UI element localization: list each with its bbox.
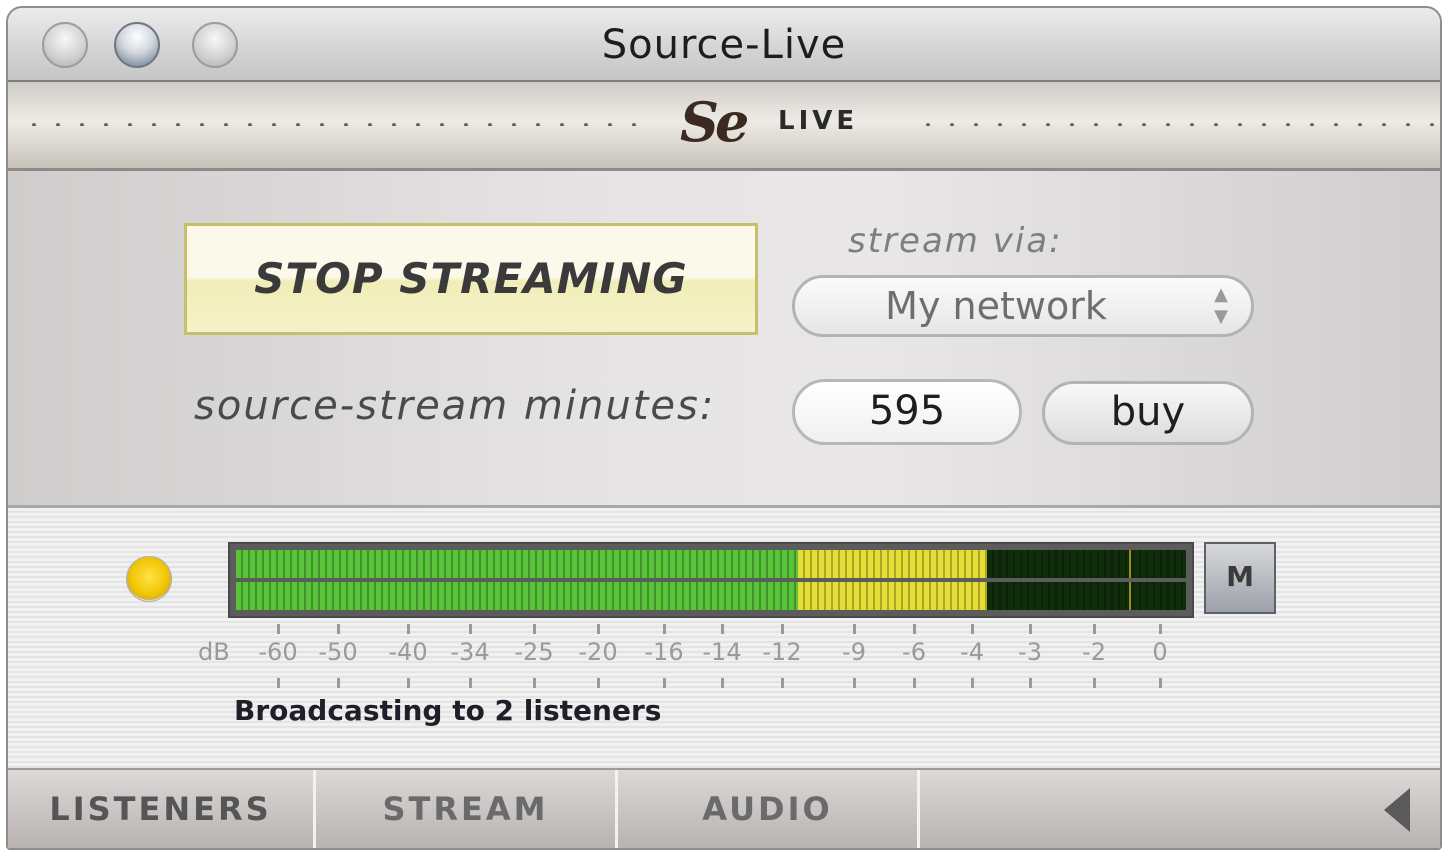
buy-button[interactable]: buy <box>1042 381 1254 445</box>
meter-segment-off <box>987 550 1186 578</box>
scale-tick <box>853 624 856 634</box>
meter-segment-green <box>236 550 798 578</box>
scale-tick-label: -60 <box>258 638 298 666</box>
mute-button[interactable]: M <box>1204 542 1276 614</box>
level-meter-right-channel <box>236 582 1186 610</box>
scale-tick <box>469 678 472 688</box>
stream-via-value: My network <box>885 284 1107 328</box>
scale-tick <box>971 624 974 634</box>
scale-tick-label: -50 <box>318 638 358 666</box>
scale-tick-label: -25 <box>514 638 554 666</box>
scale-tick <box>1093 624 1096 634</box>
meter-segment-yellow <box>798 550 987 578</box>
level-meter-left-channel <box>236 550 1186 578</box>
scale-tick-label: -14 <box>702 638 742 666</box>
source-stream-minutes-field: 595 <box>792 379 1022 445</box>
tab-bar: LISTENERS STREAM AUDIO <box>8 768 1440 848</box>
scale-tick-label: -9 <box>842 638 866 666</box>
status-led-icon <box>126 556 172 602</box>
broadcast-status-text: Broadcasting to 2 listeners <box>234 694 662 727</box>
scale-tick-label: -16 <box>644 638 684 666</box>
streaming-controls-panel: STOP STREAMING stream via: My network ▲ ▼… <box>8 171 1440 508</box>
scale-tick <box>407 624 410 634</box>
scale-tick-label: -34 <box>450 638 490 666</box>
scale-tick-label: 0 <box>1152 638 1168 666</box>
peak-indicator <box>1129 582 1131 610</box>
scale-tick <box>533 678 536 688</box>
updown-arrows-icon: ▲ ▼ <box>1214 284 1228 327</box>
scale-tick <box>721 678 724 688</box>
scale-tick <box>337 678 340 688</box>
db-unit-label: dB <box>198 638 230 666</box>
scale-tick-label: -3 <box>1018 638 1042 666</box>
scale-tick <box>663 678 666 688</box>
scale-tick <box>407 678 410 688</box>
scale-tick <box>597 624 600 634</box>
meter-segment-off <box>987 582 1186 610</box>
scale-tick <box>971 678 974 688</box>
scale-tick <box>853 678 856 688</box>
scale-tick <box>277 624 280 634</box>
tab-listeners[interactable]: LISTENERS <box>8 770 316 848</box>
scale-tick <box>277 678 280 688</box>
triangle-left-icon[interactable] <box>1384 788 1410 832</box>
source-live-window: Source-Live Se LIVE STOP STREAMING strea… <box>6 6 1442 850</box>
level-meter <box>228 542 1194 618</box>
scale-tick <box>337 624 340 634</box>
scale-tick <box>469 624 472 634</box>
tab-audio[interactable]: AUDIO <box>618 770 920 848</box>
level-meter-panel: M dB -60 -50 -40 -34 -25 -20 -16 -14 -12 -9 -6 -4 -3… <box>8 508 1440 768</box>
stream-via-select[interactable]: My network ▲ ▼ <box>792 275 1254 337</box>
stream-via-label: stream via: <box>848 221 1063 261</box>
scale-tick <box>597 678 600 688</box>
peak-indicator <box>1129 550 1131 578</box>
source-stream-minutes-label: source-stream minutes: <box>194 383 716 429</box>
scale-tick <box>781 678 784 688</box>
scale-tick <box>1159 678 1162 688</box>
scale-tick-label: -6 <box>902 638 926 666</box>
scale-tick <box>663 624 666 634</box>
scale-tick <box>721 624 724 634</box>
scale-tick <box>913 624 916 634</box>
stop-streaming-button[interactable]: STOP STREAMING <box>184 223 758 335</box>
scale-tick <box>1029 624 1032 634</box>
logo-band: Se LIVE <box>8 82 1440 171</box>
scale-tick-label: -12 <box>762 638 802 666</box>
scale-tick <box>1029 678 1032 688</box>
scale-tick <box>533 624 536 634</box>
db-scale: dB -60 -50 -40 -34 -25 -20 -16 -14 -12 -9 -6 -4 -3 -2… <box>8 624 1308 694</box>
scale-tick <box>1093 678 1096 688</box>
meter-segment-yellow <box>798 582 987 610</box>
scale-tick-label: -4 <box>960 638 984 666</box>
decorative-dots-right <box>916 122 1440 126</box>
decorative-dots-left <box>22 122 652 126</box>
scale-tick <box>913 678 916 688</box>
scale-tick-label: -40 <box>388 638 428 666</box>
scale-tick <box>781 624 784 634</box>
title-bar: Source-Live <box>8 8 1440 82</box>
meter-segment-green <box>236 582 798 610</box>
scale-tick-label: -2 <box>1082 638 1106 666</box>
logo-live-text: LIVE <box>778 106 859 136</box>
se-logo: Se <box>680 90 749 154</box>
tab-stream[interactable]: STREAM <box>316 770 618 848</box>
scale-tick-label: -20 <box>578 638 618 666</box>
scale-tick <box>1159 624 1162 634</box>
window-title: Source-Live <box>601 22 847 68</box>
